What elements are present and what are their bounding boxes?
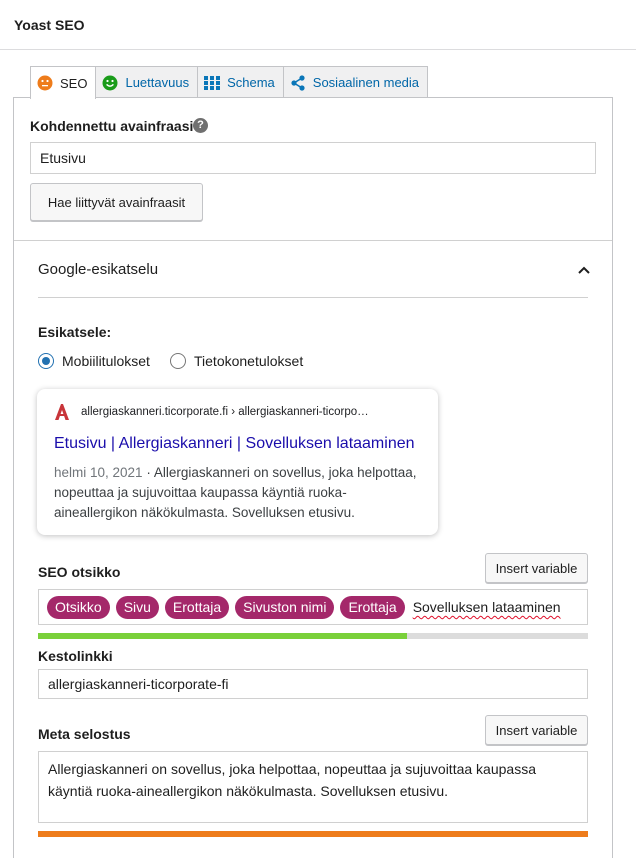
metabox-title: Yoast SEO (14, 17, 85, 33)
seo-score-face-icon (37, 75, 53, 91)
help-icon[interactable]: ? (193, 118, 208, 133)
meta-insert-variable-button[interactable]: Insert variable (485, 715, 588, 745)
tab-social[interactable]: Sosiaalinen media (282, 66, 429, 98)
tab-schema-label: Schema (227, 75, 275, 90)
meta-description-progress (38, 831, 588, 837)
tab-schema[interactable]: Schema (197, 66, 284, 98)
tab-social-label: Sosiaalinen media (312, 75, 420, 90)
site-favicon-icon (53, 403, 71, 421)
chevron-up-icon[interactable] (576, 263, 592, 277)
readability-face-icon (102, 75, 118, 91)
seo-title-text: Sovelluksen lataaminen (412, 599, 561, 615)
tab-readability[interactable]: Luettavuus (95, 66, 199, 98)
google-preview-card: allergiaskanneri.ticorporate.fi › allerg… (37, 389, 438, 535)
focus-keyphrase-label: Kohdennettu avainfraasi (30, 118, 194, 134)
tab-seo[interactable]: SEO (30, 66, 97, 99)
preview-date: helmi 10, 2021 (54, 465, 143, 480)
preview-mode-label: Esikatsele: (38, 324, 112, 340)
section-divider (14, 240, 612, 241)
variable-pill[interactable]: Sivu (115, 595, 159, 619)
radio-desktop-label: Tietokonetulokset (194, 353, 304, 369)
google-preview-title: Google-esikatselu (38, 261, 159, 278)
meta-description-progress-fill (38, 831, 588, 837)
preview-breadcrumb: allergiaskanneri.ticorporate.fi › allerg… (81, 406, 369, 418)
radio-mobile-label: Mobiilitulokset (62, 353, 150, 369)
radio-desktop[interactable] (170, 353, 186, 369)
variable-pill[interactable]: Sivuston nimi (235, 595, 335, 619)
meta-description-label: Meta selostus (38, 726, 131, 742)
radio-mobile[interactable] (38, 353, 54, 369)
preview-header-divider (38, 297, 588, 298)
schema-grid-icon (204, 75, 221, 91)
seo-title-insert-variable-button[interactable]: Insert variable (485, 553, 588, 583)
slug-input[interactable]: allergiaskanneri-ticorporate-fi (38, 669, 588, 699)
variable-pill[interactable]: Erottaja (340, 595, 405, 619)
seo-title-progress-fill (38, 633, 407, 639)
preview-title-link[interactable]: Etusivu | Allergiaskanneri | Sovelluksen… (54, 435, 415, 453)
slug-label: Kestolinkki (38, 648, 113, 664)
share-icon (290, 74, 306, 91)
variable-pill[interactable]: Erottaja (164, 595, 230, 619)
metabox-header: Yoast SEO (0, 0, 636, 50)
preview-snippet: helmi 10, 2021 · Allergiaskanneri on sov… (54, 463, 424, 523)
tab-bar: SEO Luettavuus Schema Sosiaalinen media (30, 66, 429, 99)
seo-title-editor[interactable]: Otsikko Sivu Erottaja Sivuston nimi Erot… (38, 589, 588, 625)
meta-description-textarea[interactable]: Allergiaskanneri on sovellus, joka helpo… (38, 751, 588, 823)
seo-title-progress (38, 633, 588, 639)
related-keyphrases-button[interactable]: Hae liittyvät avainfraasit (30, 183, 203, 221)
seo-title-label: SEO otsikko (38, 564, 121, 580)
tab-seo-label: SEO (60, 75, 88, 91)
variable-pill[interactable]: Otsikko (47, 595, 110, 619)
focus-keyphrase-input[interactable]: Etusivu (30, 142, 596, 174)
tab-readability-label: Luettavuus (125, 75, 190, 90)
